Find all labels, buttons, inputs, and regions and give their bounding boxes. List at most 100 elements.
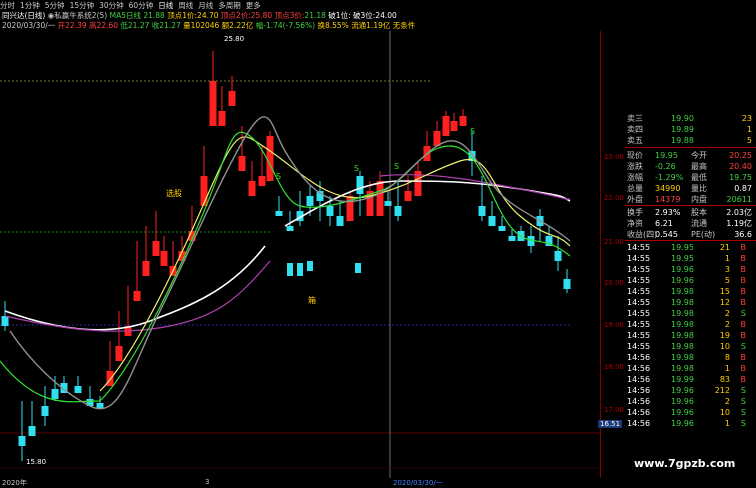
tick-price: 19.95 — [671, 243, 694, 252]
stat-label: 涨跌 — [627, 162, 643, 171]
ma-label: MA5日线 — [109, 11, 141, 20]
top2-value: 25.80 — [250, 11, 273, 20]
ask-volume: 5 — [746, 136, 752, 145]
period-tab-8[interactable]: 月线 — [198, 0, 213, 11]
tick-side: B — [740, 331, 747, 340]
tick-volume: 15 — [719, 287, 730, 296]
period-tab-5[interactable]: 60分钟 — [129, 0, 154, 11]
ask-price: 19.89 — [671, 125, 694, 134]
tick-side: S — [740, 419, 746, 428]
stat-value: 6.21 — [655, 219, 673, 228]
bar-pe: 无条件 — [392, 21, 416, 30]
moving-average-line — [99, 136, 571, 392]
candle-body — [394, 206, 402, 216]
period-tab-10[interactable]: 更多 — [246, 0, 261, 11]
bar-high: 高22.60 — [89, 21, 119, 30]
bar-date: 2020/03/30/一 — [2, 21, 56, 30]
period-tab-6[interactable]: 日线 — [158, 0, 173, 11]
tick-price: 19.98 — [671, 298, 694, 307]
tick-price: 19.98 — [671, 331, 694, 340]
stat-row: 总量 34990 量比 0.87 — [625, 183, 756, 194]
tick-row: 14:56 19.99 83 B — [625, 374, 756, 385]
kline-chart[interactable]: S S S S 25.80 15.80 选股 箱 — [0, 31, 600, 478]
stock-title[interactable]: 同兴达(日线) — [2, 11, 45, 20]
stat-value: -1.29% — [655, 173, 684, 182]
candle-body — [384, 201, 392, 206]
signal-marker: S — [470, 127, 475, 136]
candle-body — [258, 176, 266, 186]
tick-row: 14:55 19.98 2 B — [625, 319, 756, 330]
tick-side: S — [740, 309, 746, 318]
tick-row: 14:55 19.98 2 S — [625, 308, 756, 319]
period-tab-9[interactable]: 多周期 — [218, 0, 241, 11]
period-tab-2[interactable]: 5分钟 — [45, 0, 65, 11]
tick-row: 14:55 19.96 5 B — [625, 275, 756, 286]
tick-volume: 1 — [724, 364, 730, 373]
bar-float: 流通1.19亿 — [351, 21, 391, 30]
candle-body — [287, 263, 293, 276]
candle-body — [498, 226, 506, 231]
candle-body — [248, 181, 256, 196]
candle-body — [306, 196, 314, 206]
tick-volume: 19 — [719, 331, 730, 340]
stat-label: 流通 — [691, 219, 707, 228]
ask-label: 卖四 — [627, 125, 643, 134]
annotation-box: 箱 — [308, 295, 316, 305]
period-tab-3[interactable]: 15分钟 — [70, 0, 95, 11]
watermark: www.7gpzb.com — [634, 457, 736, 470]
tick-time: 14:56 — [627, 419, 651, 428]
ask-label: 卖五 — [627, 136, 643, 145]
stat-value: 14379 — [655, 195, 681, 204]
tick-time: 14:55 — [627, 320, 651, 329]
tick-row: 14:55 19.98 10 S — [625, 341, 756, 352]
period-tab-4[interactable]: 30分钟 — [99, 0, 124, 11]
period-tab-0[interactable]: 分时 — [0, 0, 15, 11]
tick-volume: 2 — [724, 309, 730, 318]
bar-open: 开22.39 — [57, 21, 87, 30]
bar-info-line: 2020/03/30/一 开22.39 高22.60 低21.27 收21.27… — [2, 21, 422, 31]
tick-side: B — [740, 353, 747, 362]
tick-side: B — [740, 375, 747, 384]
tick-row: 14:56 19.98 1 B — [625, 363, 756, 374]
stat-value: 34990 — [655, 184, 681, 193]
tick-time: 14:55 — [627, 298, 651, 307]
candle-body — [275, 211, 283, 216]
tick-volume: 10 — [719, 408, 730, 417]
price-tick-0: 23.00 — [603, 153, 624, 161]
candle-body — [1, 316, 9, 326]
candle-body — [74, 386, 82, 393]
top2-label: 顶点2价: — [220, 11, 251, 20]
tick-volume: 3 — [724, 265, 730, 274]
stat-row: 涨跌 -0.26 最高 20.40 — [625, 161, 756, 172]
period-toolbar: 分时 1分钟 5分钟 15分钟 30分钟 60分钟 日线 周线 月线 多周期 更多 — [0, 0, 756, 10]
tick-volume: 10 — [719, 342, 730, 351]
tick-time: 14:55 — [627, 309, 651, 318]
price-tick-5: 18.00 — [603, 363, 624, 371]
tick-price: 19.96 — [671, 419, 694, 428]
candle-body — [286, 226, 294, 231]
indicator-info-line: 同兴达(日线) ◉私赢牛系统2(5) MA5日线 21.88 顶点1价:24.7… — [2, 11, 397, 20]
candle-body — [459, 116, 467, 126]
break1-label: 破1位: — [328, 11, 351, 20]
stat-value: 20611 — [726, 195, 752, 204]
period-tab-1[interactable]: 1分钟 — [20, 0, 40, 11]
candle-body — [326, 206, 334, 216]
period-tab-7[interactable]: 周线 — [178, 0, 193, 11]
tick-row: 14:55 19.98 12 B — [625, 297, 756, 308]
bar-change: 幅-1.74(-7.56%) — [255, 21, 316, 30]
tick-side: B — [740, 276, 747, 285]
tick-price: 19.99 — [671, 375, 694, 384]
indicator-name[interactable]: 私赢牛系统2(5) — [54, 11, 107, 20]
ask-volume: 1 — [746, 125, 752, 134]
candle-body — [115, 346, 123, 361]
tick-side: B — [740, 254, 747, 263]
tick-price: 19.96 — [671, 265, 694, 274]
bar-close: 收21.27 — [151, 21, 181, 30]
stat-label: 今开 — [691, 151, 707, 160]
tick-price: 19.95 — [671, 254, 694, 263]
candle-body — [238, 156, 246, 171]
tick-price: 19.98 — [671, 342, 694, 351]
bar-amount: 额2.22亿 — [221, 21, 254, 30]
stat-label: PE(动) — [691, 230, 716, 239]
stat-value: 20.40 — [729, 162, 752, 171]
